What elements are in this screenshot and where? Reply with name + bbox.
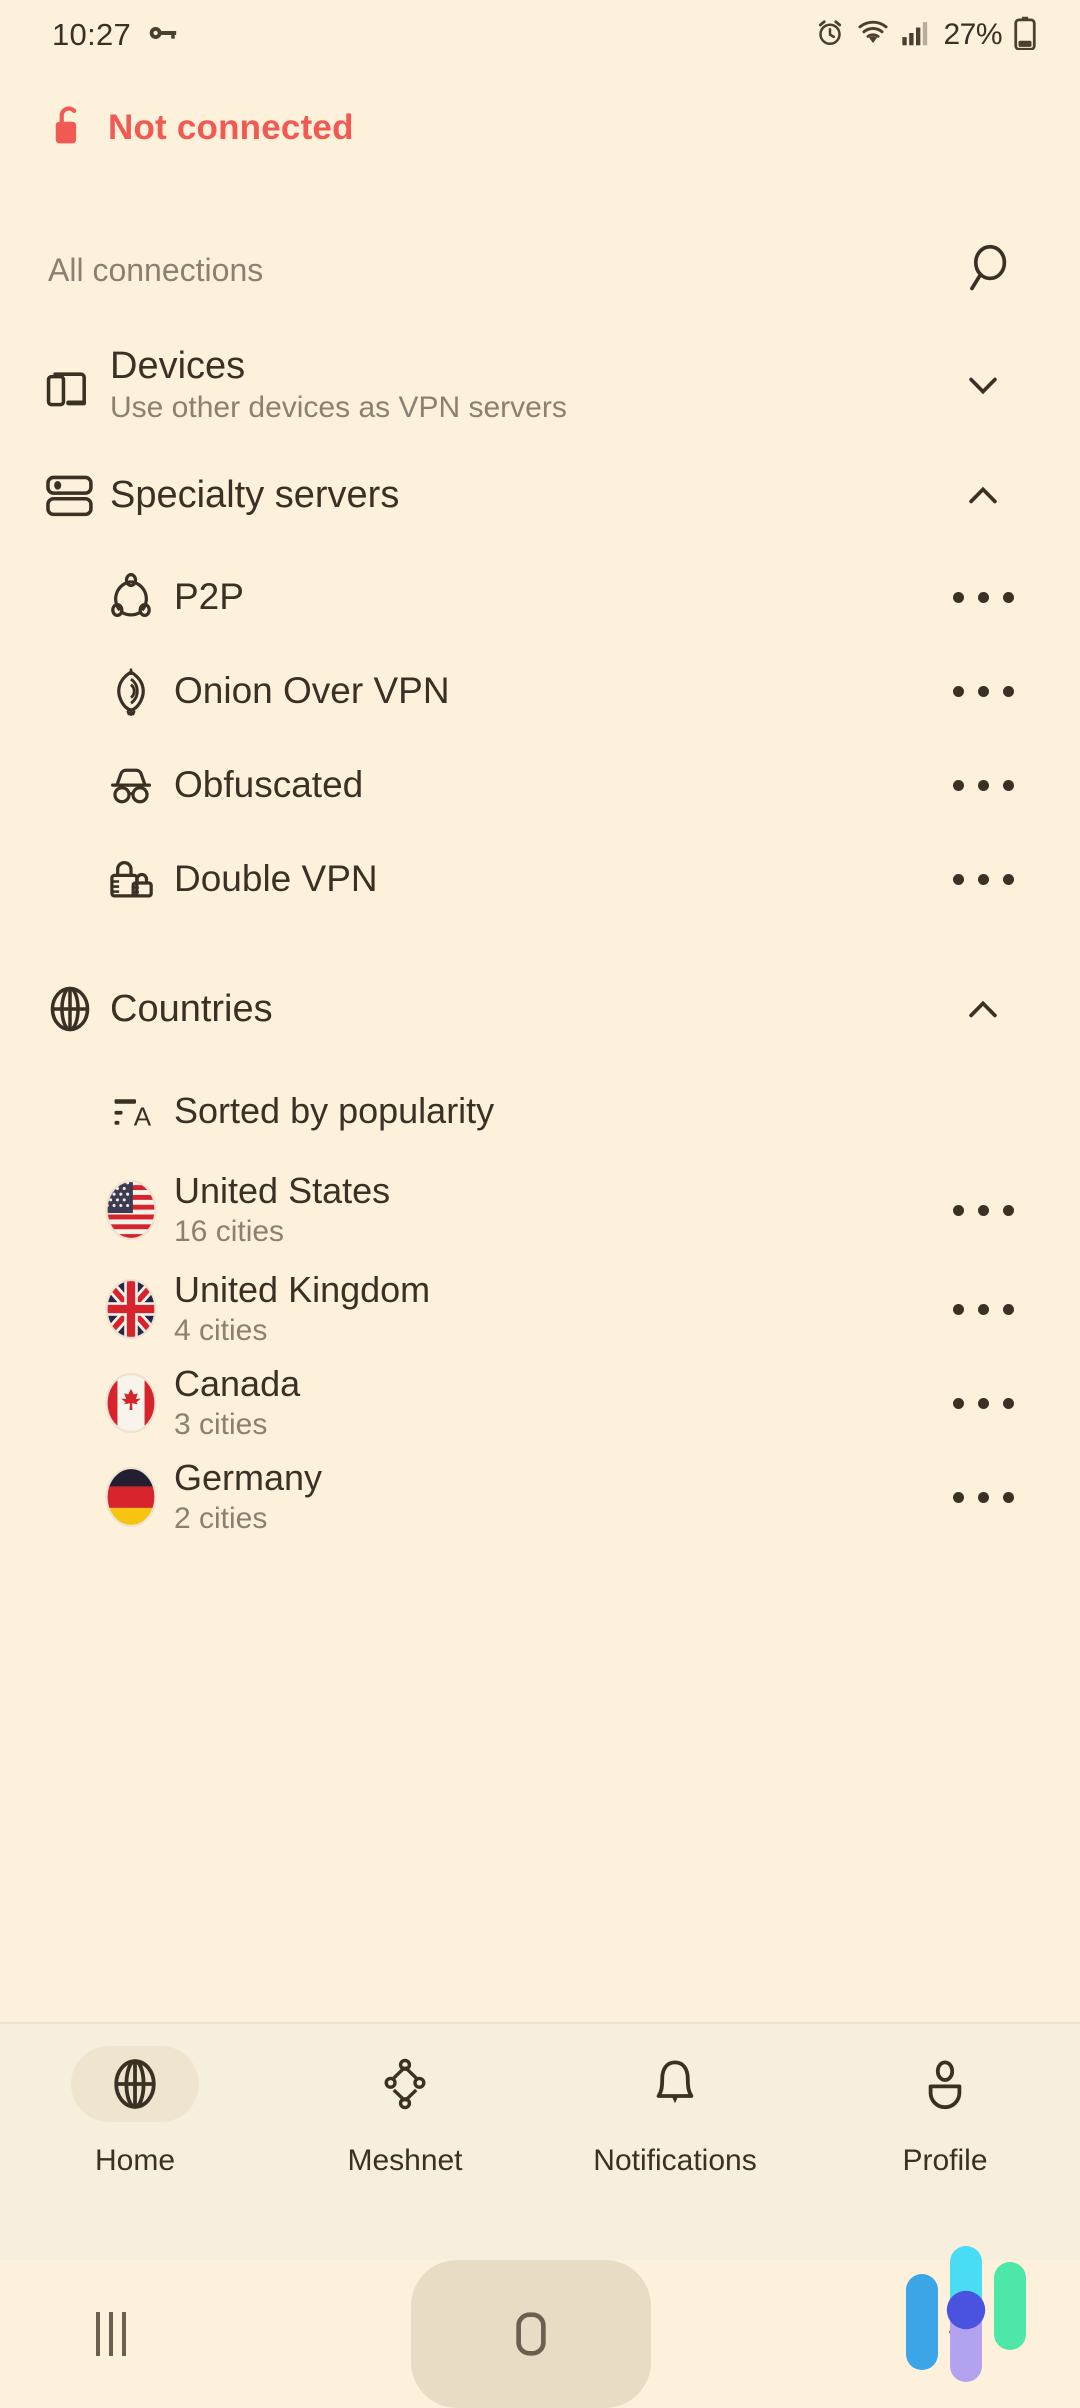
connection-status-text: Not connected <box>108 108 354 148</box>
all-connections-label: All connections <box>48 252 263 289</box>
filter-row: All connections <box>0 220 1080 320</box>
status-bar-left: 10:27 <box>52 16 179 55</box>
alarm-icon <box>815 18 845 53</box>
tab-profile[interactable]: Profile <box>810 2024 1080 2178</box>
sort-label: Sorted by popularity <box>174 1090 948 1132</box>
specialty-servers-text: Specialty servers <box>110 473 948 518</box>
p2p-mesh-icon <box>88 570 174 624</box>
section-devices[interactable]: Devices Use other devices as VPN servers <box>0 330 1080 440</box>
app-screen: 10:27 <box>0 0 1080 2408</box>
floating-widget-icon[interactable] <box>898 2246 1038 2386</box>
section-specialty-servers[interactable]: Specialty servers <box>0 440 1080 550</box>
tab-meshnet-label: Meshnet <box>347 2144 462 2178</box>
country-text: Canada 3 cities <box>174 1363 948 1443</box>
p2p-text: P2P <box>174 575 948 619</box>
devices-title: Devices <box>110 344 948 389</box>
flag-ca-icon <box>88 1371 174 1435</box>
battery-icon <box>1014 16 1036 55</box>
more-options-icon[interactable] <box>948 592 1018 603</box>
globe-icon <box>71 2046 199 2122</box>
devices-text: Devices Use other devices as VPN servers <box>110 344 948 427</box>
flag-de-icon <box>88 1465 174 1529</box>
recents-icon[interactable] <box>96 2312 126 2356</box>
connection-status: Not connected <box>52 104 354 151</box>
globe-icon <box>30 981 110 1037</box>
list-item-country[interactable]: Germany 2 cities <box>0 1450 1080 1544</box>
obfuscated-label: Obfuscated <box>174 763 948 807</box>
flag-gb-icon <box>88 1277 174 1341</box>
country-text: United States 16 cities <box>174 1170 948 1250</box>
more-options-icon[interactable] <box>948 1398 1018 1409</box>
tab-home-label: Home <box>95 2144 175 2178</box>
flag-us-icon <box>88 1178 174 1242</box>
battery-percentage: 27% <box>943 18 1002 52</box>
onion-icon <box>88 664 174 718</box>
list-item-double-vpn[interactable]: Double VPN <box>0 832 1080 926</box>
more-options-icon[interactable] <box>948 780 1018 791</box>
country-name: Germany <box>174 1457 948 1499</box>
cellular-signal-icon <box>901 19 931 52</box>
country-name: United Kingdom <box>174 1269 948 1311</box>
country-cities: 2 cities <box>174 1501 948 1537</box>
country-cities: 16 cities <box>174 1214 948 1250</box>
list-item-obfuscated[interactable]: Obfuscated <box>0 738 1080 832</box>
sort-icon: A <box>88 1085 174 1137</box>
unlocked-padlock-icon <box>52 104 86 151</box>
status-bar-clock: 10:27 <box>52 17 131 53</box>
tab-notifications-label: Notifications <box>593 2144 756 2178</box>
server-stack-icon <box>30 467 110 523</box>
devices-icon <box>30 357 110 413</box>
search-icon[interactable] <box>958 239 1016 302</box>
p2p-label: P2P <box>174 575 948 619</box>
country-cities: 3 cities <box>174 1407 948 1443</box>
countries-text: Countries <box>110 987 948 1032</box>
country-name: United States <box>174 1170 948 1212</box>
devices-subtitle: Use other devices as VPN servers <box>110 390 948 426</box>
status-bar-right: 27% <box>815 16 1036 55</box>
sort-text: Sorted by popularity <box>174 1090 948 1132</box>
double-vpn-label: Double VPN <box>174 857 948 901</box>
wifi-icon <box>857 18 889 53</box>
tab-notifications[interactable]: Notifications <box>540 2024 810 2178</box>
bell-icon <box>611 2046 739 2122</box>
specialty-servers-title: Specialty servers <box>110 473 948 518</box>
list-item-p2p[interactable]: P2P <box>0 550 1080 644</box>
onion-over-vpn-label: Onion Over VPN <box>174 669 948 713</box>
bottom-navigation: Home Meshnet Notifications <box>0 2022 1080 2260</box>
tab-home[interactable]: Home <box>0 2024 270 2178</box>
list-item-country[interactable]: United Kingdom 4 cities <box>0 1262 1080 1356</box>
double-padlock-icon <box>88 852 174 906</box>
more-options-icon[interactable] <box>948 1304 1018 1315</box>
list-item-onion-over-vpn[interactable]: Onion Over VPN <box>0 644 1080 738</box>
list-item-country[interactable]: United States 16 cities <box>0 1158 1080 1262</box>
obfuscated-text: Obfuscated <box>174 763 948 807</box>
countries-title: Countries <box>110 987 948 1032</box>
chevron-up-icon[interactable] <box>948 473 1018 517</box>
country-name: Canada <box>174 1363 948 1405</box>
country-text: United Kingdom 4 cities <box>174 1269 948 1349</box>
more-options-icon[interactable] <box>948 1492 1018 1503</box>
chevron-down-icon[interactable] <box>948 363 1018 407</box>
tab-profile-label: Profile <box>902 2144 987 2178</box>
key-icon <box>145 16 179 55</box>
person-icon <box>881 2046 1009 2122</box>
svg-text:A: A <box>134 1101 152 1131</box>
more-options-icon[interactable] <box>948 686 1018 697</box>
sort-selector[interactable]: A Sorted by popularity <box>0 1064 1080 1158</box>
section-countries[interactable]: Countries <box>0 954 1080 1064</box>
chevron-up-icon[interactable] <box>948 987 1018 1031</box>
home-icon[interactable] <box>411 2260 651 2408</box>
tab-meshnet[interactable]: Meshnet <box>270 2024 540 2178</box>
country-cities: 4 cities <box>174 1313 948 1349</box>
country-text: Germany 2 cities <box>174 1457 948 1537</box>
status-bar: 10:27 <box>0 0 1080 70</box>
connections-list[interactable]: Devices Use other devices as VPN servers… <box>0 330 1080 2022</box>
list-item-country[interactable]: Canada 3 cities <box>0 1356 1080 1450</box>
more-options-icon[interactable] <box>948 1205 1018 1216</box>
more-options-icon[interactable] <box>948 874 1018 885</box>
incognito-icon <box>88 758 174 812</box>
onion-over-vpn-text: Onion Over VPN <box>174 669 948 713</box>
meshnet-nodes-icon <box>341 2046 469 2122</box>
double-vpn-text: Double VPN <box>174 857 948 901</box>
